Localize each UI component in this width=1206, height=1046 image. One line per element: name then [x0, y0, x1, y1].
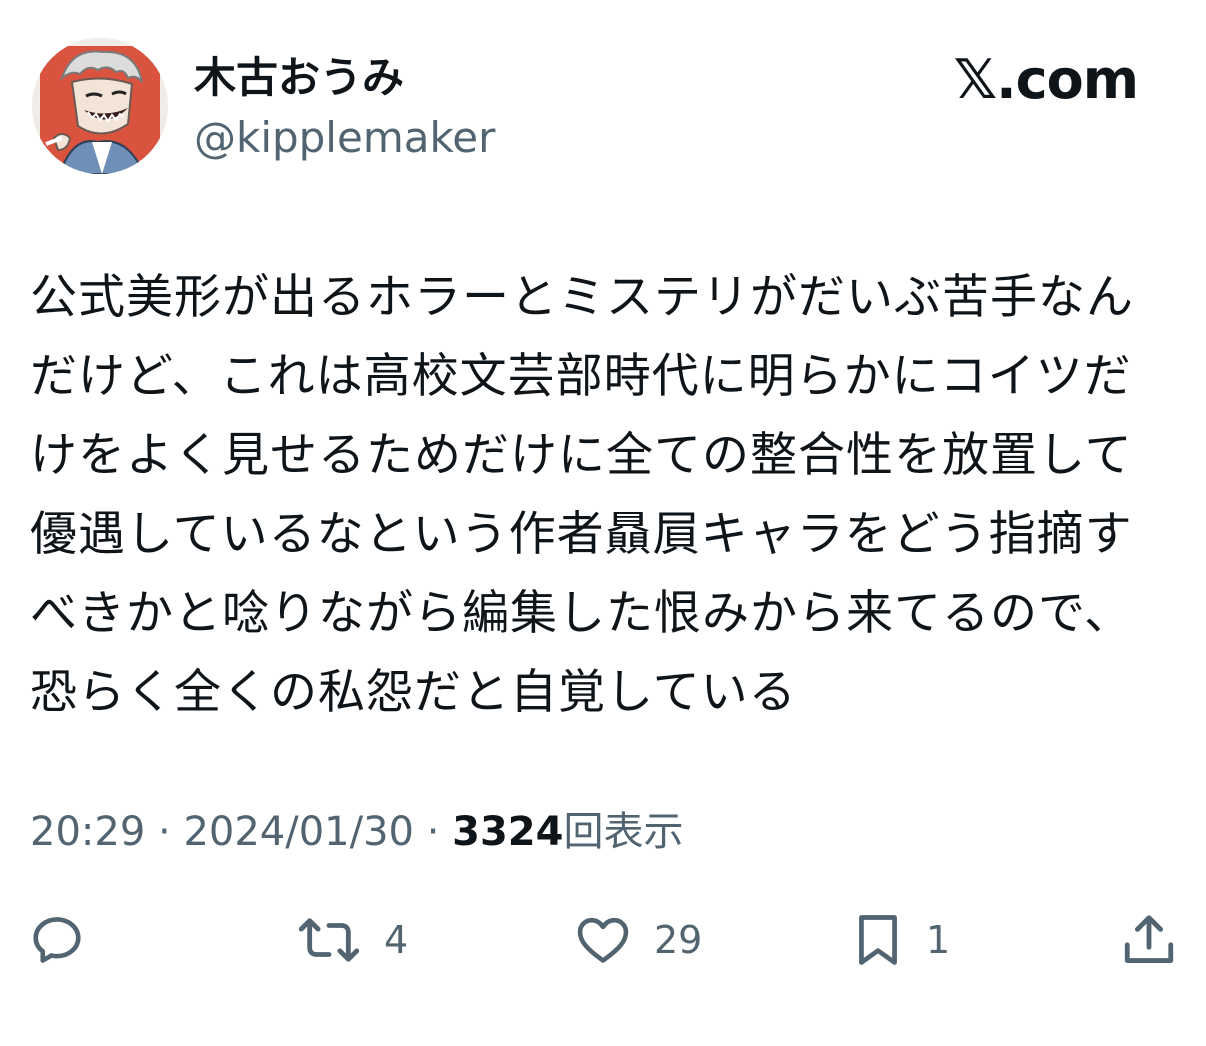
share-button[interactable] — [1120, 900, 1178, 980]
tweet-meta: 20:29 · 2024/01/30 · 3324回表示 — [30, 806, 683, 858]
display-name[interactable]: 木古おうみ — [194, 52, 404, 104]
tweet-header: 木古おうみ @kipplemaker 𝕏.com — [0, 0, 1206, 200]
tweet-text: 公式美形が出るホラーとミステリがだいぶ苦手なんだけど、これは高校文芸部時代に明ら… — [30, 270, 1134, 720]
avatar[interactable] — [32, 38, 168, 174]
tweet-date[interactable]: 2024/01/30 — [183, 809, 414, 855]
heart-icon — [577, 917, 629, 963]
meta-separator: · — [145, 809, 184, 855]
like-count: 29 — [654, 918, 703, 962]
bookmark-button[interactable]: 1 — [852, 900, 950, 980]
share-icon — [1124, 915, 1174, 963]
repost-button[interactable]: 4 — [296, 900, 408, 980]
tweet-time[interactable]: 20:29 — [30, 809, 145, 855]
views-count: 3324 — [452, 809, 564, 855]
bookmark-icon — [859, 915, 897, 965]
reply-icon — [33, 917, 81, 963]
like-button[interactable]: 29 — [574, 900, 702, 980]
views-label: 回表示 — [563, 809, 684, 855]
user-handle[interactable]: @kipplemaker — [194, 112, 495, 164]
meta-separator: · — [413, 809, 453, 855]
bookmark-count: 1 — [926, 918, 951, 962]
reply-button[interactable] — [28, 900, 86, 980]
avatar-illustration-icon — [32, 38, 168, 174]
action-bar: 4 29 1 — [0, 900, 1206, 980]
repost-icon — [298, 918, 360, 962]
x-logo: 𝕏.com — [953, 48, 1139, 111]
repost-count: 4 — [384, 918, 409, 962]
